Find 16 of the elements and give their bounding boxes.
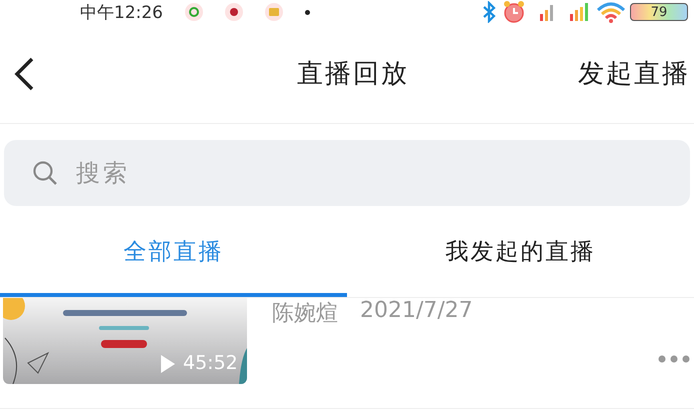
more-icon[interactable]	[658, 355, 690, 363]
battery-level: 79	[630, 3, 688, 21]
notification-dot-icon	[305, 10, 310, 14]
search-field[interactable]: 搜索	[4, 140, 690, 206]
wifi-icon	[596, 1, 626, 23]
record-date: 2021/7/27	[360, 298, 473, 323]
bluetooth-icon	[482, 1, 496, 23]
notification-icon	[225, 3, 243, 21]
page-title: 直播回放	[296, 58, 410, 91]
author-name: 陈婉煊	[272, 300, 338, 328]
video-duration: 45:52	[183, 352, 238, 374]
status-time: 中午12:26	[80, 2, 163, 24]
tab[interactable]: 我发起的直播	[347, 206, 694, 297]
notification-icon	[185, 3, 203, 21]
start-live-button[interactable]: 发起直播	[578, 56, 690, 91]
play-icon[interactable]	[159, 353, 177, 375]
